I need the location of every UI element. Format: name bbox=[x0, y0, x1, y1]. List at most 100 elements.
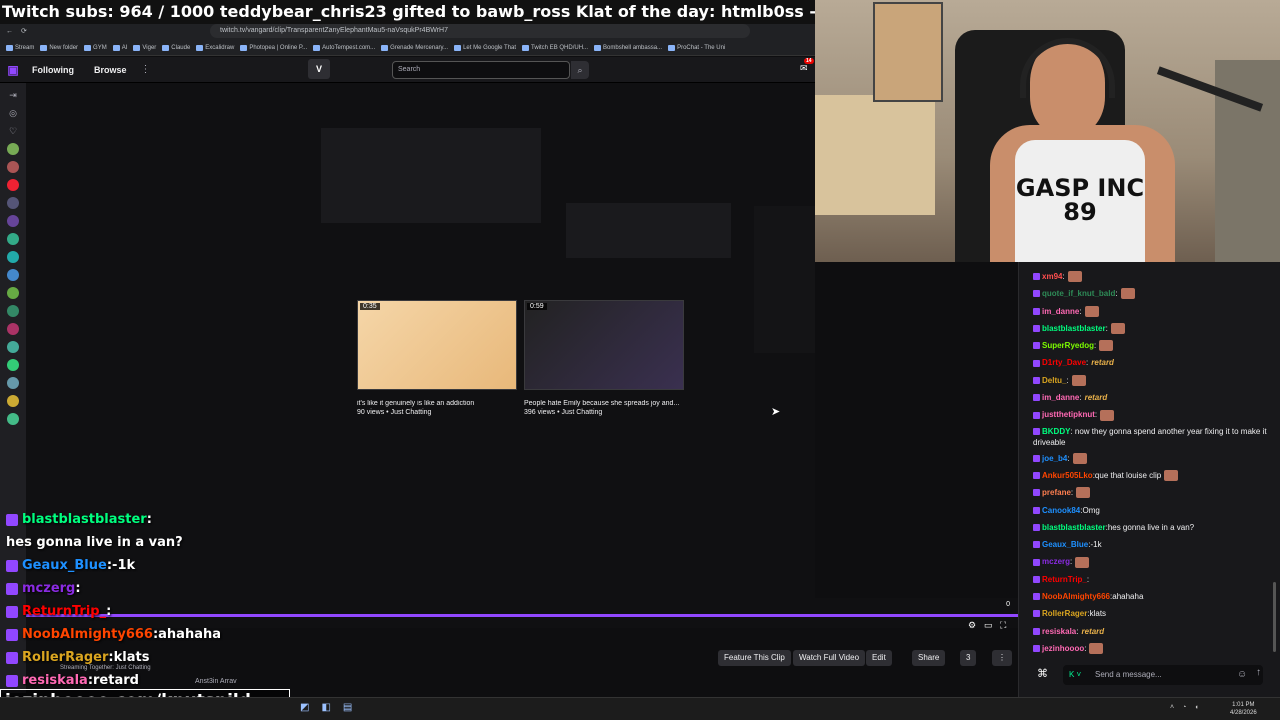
chat-username[interactable]: blastblastblaster bbox=[1042, 519, 1106, 536]
chat-commands-icon[interactable]: ⌘ bbox=[1037, 667, 1048, 680]
bookmark-item[interactable]: Twitch EB QHD/UH... bbox=[522, 44, 588, 51]
taskbar-clock[interactable]: 1:01 PM 4/28/2026 bbox=[1230, 701, 1257, 717]
chat-username[interactable]: mczerg bbox=[1042, 553, 1070, 570]
suggested-clip-card[interactable]: 0:35 it's like it genuinely is like an a… bbox=[357, 300, 517, 416]
emote-icon[interactable] bbox=[1164, 470, 1179, 482]
clip-thumbnail[interactable]: 0:59 bbox=[524, 300, 684, 390]
nav-browse[interactable]: Browse bbox=[94, 65, 127, 75]
emote-icon[interactable] bbox=[1099, 340, 1114, 352]
channel-avatar[interactable] bbox=[7, 161, 19, 173]
chat-username[interactable]: SuperRyedog bbox=[1042, 337, 1094, 354]
search-icon[interactable]: ⌕ bbox=[571, 61, 589, 79]
channel-avatar[interactable] bbox=[7, 269, 19, 281]
bookmark-item[interactable]: Viger bbox=[133, 44, 156, 51]
chat-username[interactable]: D1rty_Dave bbox=[1042, 354, 1086, 371]
address-bar[interactable]: twitch.tv/vangard/clip/TransparentZanyEl… bbox=[210, 24, 750, 38]
volume-icon[interactable]: ◖ bbox=[1194, 704, 1198, 711]
watch-full-video-button[interactable]: Watch Full Video bbox=[793, 650, 866, 666]
channel-avatar[interactable] bbox=[7, 413, 19, 425]
fullscreen-icon[interactable]: ⛶ bbox=[1000, 620, 1006, 631]
bookmark-item[interactable]: Bombshell ambassa... bbox=[594, 44, 662, 51]
channel-avatar[interactable] bbox=[7, 215, 19, 227]
bookmark-item[interactable]: Claude bbox=[162, 44, 190, 51]
nav-following[interactable]: Following bbox=[32, 65, 74, 75]
emote-icon[interactable] bbox=[1067, 271, 1082, 283]
emote-icon[interactable] bbox=[1075, 556, 1090, 568]
emote-icon[interactable] bbox=[1120, 288, 1135, 300]
heart-icon[interactable]: ♡ bbox=[7, 125, 19, 137]
clip-thumbnail[interactable]: 0:35 bbox=[357, 300, 517, 390]
app-icon[interactable]: ◧ bbox=[321, 702, 330, 713]
channel-avatar[interactable] bbox=[7, 143, 19, 155]
settings-icon[interactable]: ⚙ bbox=[968, 620, 976, 631]
bookmark-item[interactable]: Let Me Google That bbox=[454, 44, 516, 51]
collapse-sidebar-icon[interactable]: ⇥ bbox=[7, 89, 19, 101]
notifications-icon[interactable]: ✉ 14 bbox=[800, 58, 814, 74]
bookmark-item[interactable]: GYM bbox=[84, 44, 107, 51]
bookmark-item[interactable]: ProChat - The Uni bbox=[668, 44, 725, 51]
recommended-icon[interactable]: ◎ bbox=[7, 107, 19, 119]
bookmark-item[interactable]: Stream bbox=[6, 44, 34, 51]
channel-avatar[interactable] bbox=[7, 179, 19, 191]
chat-username[interactable]: prefane bbox=[1042, 484, 1071, 501]
channel-avatar[interactable] bbox=[7, 287, 19, 299]
chat-username[interactable]: quote_if_knut_bald bbox=[1042, 285, 1115, 302]
reload-icon[interactable]: ⟳ bbox=[21, 27, 27, 35]
chat-username[interactable]: justthetipknut bbox=[1042, 406, 1095, 423]
tray-chevron-icon[interactable]: ˄ bbox=[1170, 704, 1174, 711]
channel-avatar[interactable] bbox=[7, 233, 19, 245]
emote-picker-icon[interactable]: ☺ bbox=[1237, 669, 1247, 680]
channel-avatar[interactable] bbox=[7, 377, 19, 389]
channel-avatar[interactable] bbox=[7, 395, 19, 407]
chat-username[interactable]: Ankur505Lko bbox=[1042, 467, 1093, 484]
chat-scrollbar[interactable] bbox=[1273, 582, 1276, 652]
channel-avatar[interactable] bbox=[7, 251, 19, 263]
chat-username[interactable]: joe_b4 bbox=[1042, 450, 1067, 467]
channel-avatar[interactable] bbox=[7, 197, 19, 209]
chat-username[interactable]: blastblastblaster bbox=[1042, 320, 1106, 337]
bookmark-item[interactable]: Photopea | Online P... bbox=[240, 44, 307, 51]
emote-icon[interactable] bbox=[1084, 305, 1099, 317]
app-icon[interactable]: ◩ bbox=[300, 702, 309, 713]
chat-username[interactable]: xm94 bbox=[1042, 268, 1062, 285]
chat-username[interactable]: RollerRager bbox=[1042, 605, 1087, 622]
chat-username[interactable]: im_danne bbox=[1042, 303, 1079, 320]
chat-input[interactable]: Send a message... bbox=[1063, 665, 1263, 685]
send-icon[interactable]: ↑ bbox=[1256, 667, 1261, 678]
channel-avatar[interactable] bbox=[7, 323, 19, 335]
bookmark-item[interactable]: AutoTempest.com... bbox=[313, 44, 375, 51]
emote-icon[interactable] bbox=[1076, 487, 1091, 499]
bookmark-item[interactable]: Excalidraw bbox=[196, 44, 234, 51]
chat-username[interactable]: BKDDY bbox=[1042, 427, 1070, 436]
channel-avatar[interactable] bbox=[7, 341, 19, 353]
twitch-logo-icon[interactable]: ▣ bbox=[0, 57, 26, 83]
more-options-icon[interactable]: ⋮ bbox=[992, 650, 1012, 666]
emote-icon[interactable] bbox=[1071, 374, 1086, 386]
channel-logo[interactable]: V bbox=[308, 59, 330, 79]
channel-avatar[interactable] bbox=[7, 359, 19, 371]
clip-title[interactable]: it's like it genuinely is like an addict… bbox=[357, 400, 517, 407]
emote-icon[interactable] bbox=[1072, 452, 1087, 464]
feature-clip-button[interactable]: Feature This Clip bbox=[718, 650, 791, 666]
chat-username[interactable]: ReturnTrip_ bbox=[1042, 571, 1087, 588]
emote-icon[interactable] bbox=[1100, 409, 1115, 421]
suggested-clip-card[interactable]: 0:59 People hate Emily because she sprea… bbox=[524, 300, 684, 416]
like-button[interactable]: 3 bbox=[960, 650, 977, 666]
bookmark-item[interactable]: New folder bbox=[40, 44, 78, 51]
chat-username[interactable]: Deltu_ bbox=[1042, 372, 1066, 389]
chat-points-icon[interactable]: K ˅ bbox=[1069, 670, 1081, 679]
emote-icon[interactable] bbox=[1110, 323, 1125, 335]
clip-title[interactable]: People hate Emily because she spreads jo… bbox=[524, 400, 684, 407]
wifi-icon[interactable]: ◔ bbox=[1182, 704, 1186, 711]
theatre-mode-icon[interactable]: ▭ bbox=[984, 620, 993, 631]
emote-icon[interactable] bbox=[1089, 643, 1104, 655]
back-icon[interactable]: ← bbox=[6, 28, 13, 35]
chat-username[interactable]: resiskala bbox=[1042, 623, 1076, 640]
bookmark-item[interactable]: Grenade Mercenary... bbox=[381, 44, 448, 51]
search-input[interactable]: Search bbox=[392, 61, 570, 79]
chat-username[interactable]: Canook84 bbox=[1042, 502, 1080, 519]
share-button[interactable]: Share bbox=[912, 650, 946, 666]
chat-username[interactable]: im_danne bbox=[1042, 389, 1079, 406]
bookmark-item[interactable]: AI bbox=[112, 44, 127, 51]
chat-username[interactable]: jezinhoooo bbox=[1042, 640, 1084, 657]
